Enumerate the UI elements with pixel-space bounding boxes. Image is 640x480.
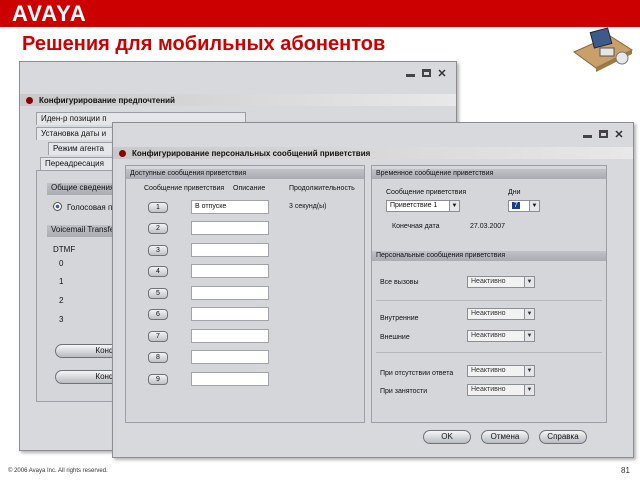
ok-button[interactable]: OK xyxy=(423,430,471,444)
greeting-9-button[interactable]: 9 xyxy=(148,374,168,385)
busy-select[interactable]: Неактивно ▼ xyxy=(467,384,535,396)
all-calls-select[interactable]: Неактивно ▼ xyxy=(467,276,535,288)
end-date-value: 27.03.2007 xyxy=(470,223,506,230)
greeting-6-button[interactable]: 6 xyxy=(148,309,168,320)
maximize-icon[interactable] xyxy=(420,68,432,78)
voice-radio-label: Голосовая п xyxy=(67,203,113,212)
description-field[interactable]: В отпуске xyxy=(191,200,269,214)
close-icon[interactable]: ✕ xyxy=(613,129,625,141)
available-greetings-panel: Доступные сообщения приветствия Сообщени… xyxy=(125,165,365,423)
greeting-2-button[interactable]: 2 xyxy=(148,223,168,234)
minimize-icon[interactable] xyxy=(581,129,593,139)
no-answer-value: Неактивно xyxy=(471,367,506,374)
days-label: Дни xyxy=(508,189,521,196)
greeting-select-label: Сообщение приветствия xyxy=(386,189,467,196)
window-controls: ✕ xyxy=(396,62,456,84)
no-answer-select[interactable]: Неактивно ▼ xyxy=(467,365,535,377)
slide-title: Решения для мобильных абонентов xyxy=(22,33,386,55)
brand-bar: AVAYA xyxy=(0,0,640,27)
chevron-down-icon: ▼ xyxy=(524,309,534,319)
maximize-icon[interactable] xyxy=(597,129,609,139)
description-field[interactable] xyxy=(191,307,269,321)
window-controls: ✕ xyxy=(573,123,633,145)
window-title: Конфигурирование предпочтений xyxy=(39,95,175,105)
chevron-down-icon: ▼ xyxy=(524,366,534,376)
external-label: Внешние xyxy=(380,334,410,341)
greeting-4-button[interactable]: 4 xyxy=(148,266,168,277)
avaya-logo: AVAYA xyxy=(12,1,87,26)
window-titlebar: Конфигурирование персональных сообщений … xyxy=(113,147,633,159)
greeting-7-button[interactable]: 7 xyxy=(148,331,168,342)
window-titlebar: Конфигурирование предпочтений xyxy=(20,94,456,106)
dtmf-value: 1 xyxy=(59,277,64,286)
description-field[interactable] xyxy=(191,221,269,235)
no-answer-label: При отсутствии ответа xyxy=(380,370,454,377)
col-greeting-header: Сообщение приветствия xyxy=(144,185,225,192)
col-description-header: Описание xyxy=(233,185,266,192)
end-date-label: Конечная дата xyxy=(392,223,440,230)
description-field[interactable] xyxy=(191,372,269,386)
col-duration-header: Продолжительность xyxy=(289,185,355,192)
available-greetings-header: Доступные сообщения приветствия xyxy=(126,169,364,179)
description-field[interactable] xyxy=(191,264,269,278)
external-select[interactable]: Неактивно ▼ xyxy=(467,330,535,342)
window-bullet-icon xyxy=(119,149,126,157)
all-calls-value: Неактивно xyxy=(471,278,506,285)
close-icon[interactable]: ✕ xyxy=(436,68,448,80)
chevron-down-icon: ▼ xyxy=(524,331,534,341)
help-button[interactable]: Справка xyxy=(539,430,587,444)
minimize-icon[interactable] xyxy=(404,68,416,78)
all-calls-label: Все вызовы xyxy=(380,279,419,286)
description-field[interactable] xyxy=(191,350,269,364)
internal-select[interactable]: Неактивно ▼ xyxy=(467,308,535,320)
description-field[interactable] xyxy=(191,329,269,343)
duration-value: 3 секунд(ы) xyxy=(289,203,327,210)
greeting-8-button[interactable]: 8 xyxy=(148,352,168,363)
cancel-button[interactable]: Отмена xyxy=(481,430,529,444)
divider xyxy=(376,352,602,353)
greeting-3-button[interactable]: 3 xyxy=(148,245,168,256)
greeting-select[interactable]: Приветствие 1 ▼ xyxy=(386,200,460,212)
internal-label: Внутренние xyxy=(380,315,419,322)
dtmf-value: 3 xyxy=(59,315,64,324)
chevron-down-icon: ▼ xyxy=(524,277,534,287)
busy-label: При занятости xyxy=(380,388,428,395)
greeting-settings-panel: Временное сообщение приветствия Сообщени… xyxy=(371,165,607,423)
greeting-select-value: Приветствие 1 xyxy=(390,202,438,209)
external-value: Неактивно xyxy=(471,332,506,339)
internal-value: Неактивно xyxy=(471,310,506,317)
temporary-greeting-header: Временное сообщение приветствия xyxy=(372,169,606,179)
window-title: Конфигурирование персональных сообщений … xyxy=(132,148,371,158)
description-field[interactable] xyxy=(191,286,269,300)
chevron-down-icon: ▼ xyxy=(449,201,459,211)
window-bullet-icon xyxy=(26,96,33,104)
description-field[interactable] xyxy=(191,243,269,257)
divider xyxy=(376,300,602,301)
greetings-window: ✕ Конфигурирование персональных сообщени… xyxy=(112,122,634,458)
dtmf-label: DTMF xyxy=(53,245,76,254)
greeting-1-button[interactable]: 1 xyxy=(148,202,168,213)
days-select-value: 7 xyxy=(512,202,520,209)
copyright: © 2006 Avaya Inc. All rights reserved. xyxy=(8,468,108,474)
page-number: 81 xyxy=(621,466,630,475)
greeting-5-button[interactable]: 5 xyxy=(148,288,168,299)
chevron-down-icon: ▼ xyxy=(529,201,539,211)
busy-value: Неактивно xyxy=(471,386,506,393)
voice-radio[interactable] xyxy=(53,202,62,211)
desk-phone-clipart xyxy=(573,27,634,72)
days-select[interactable]: 7 ▼ xyxy=(508,200,540,212)
chevron-down-icon: ▼ xyxy=(524,385,534,395)
personal-greetings-header: Персональные сообщения приветствия xyxy=(372,251,606,261)
dtmf-value: 2 xyxy=(59,296,64,305)
dtmf-value: 0 xyxy=(59,259,64,268)
